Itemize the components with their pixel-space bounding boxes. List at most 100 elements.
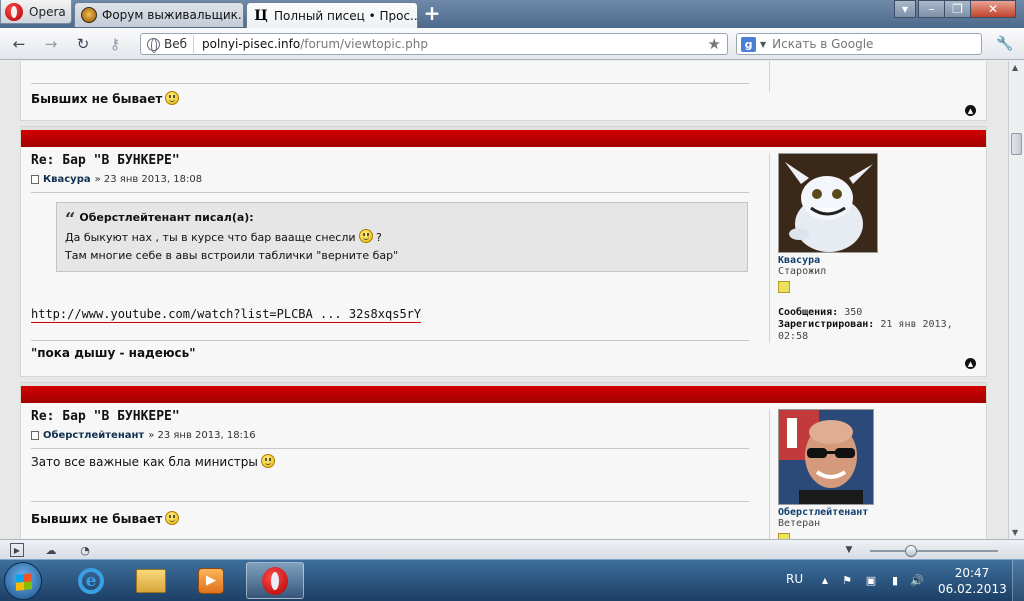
new-tab-button[interactable]: + bbox=[421, 3, 443, 24]
panel-toggle-icon[interactable]: ▶ bbox=[10, 543, 24, 557]
forward-arrow-icon[interactable]: → bbox=[40, 34, 62, 54]
search-box[interactable]: g ▼ bbox=[736, 33, 982, 55]
tab-bar: Opera Форум выживальщик... ✕ Ц Полный пи… bbox=[0, 0, 1024, 28]
quote-header: “Оберстлейтенант писал(а): bbox=[65, 209, 254, 230]
man-sunglasses-avatar-icon bbox=[779, 410, 873, 504]
language-indicator[interactable]: RU bbox=[786, 572, 803, 586]
key-icon[interactable]: ⚷ bbox=[104, 34, 126, 54]
post-header-bar bbox=[21, 127, 986, 147]
site-favicon-icon: Ц bbox=[254, 7, 268, 24]
quote-block: “Оберстлейтенант писал(а): Да быкуют нах… bbox=[56, 202, 748, 272]
smiley-icon bbox=[165, 511, 180, 525]
back-arrow-icon[interactable]: ← bbox=[8, 34, 30, 54]
page-viewport: Бывших не бывает ▲ Re: Бар "В БУНКЕРЕ" К… bbox=[0, 61, 1008, 539]
opera-icon bbox=[262, 566, 288, 595]
show-desktop-button[interactable] bbox=[1012, 560, 1024, 601]
opera-menu-button[interactable]: Opera bbox=[0, 0, 72, 24]
opera-logo-icon bbox=[5, 2, 23, 21]
profile-name[interactable]: Квасура bbox=[778, 255, 979, 266]
post-icon[interactable] bbox=[31, 175, 39, 184]
post-signature: Бывших не бывает bbox=[31, 511, 180, 526]
wrench-icon[interactable]: 🔧 bbox=[996, 36, 1016, 54]
start-button[interactable] bbox=[4, 562, 42, 600]
post-kvasura: Re: Бар "В БУНКЕРЕ" Квасура » 23 янв 201… bbox=[20, 126, 987, 377]
scrollbar-thumb[interactable] bbox=[1011, 133, 1022, 155]
post-text: Зато все важные как бла министры bbox=[31, 454, 275, 469]
post-signature: Бывших не бывает bbox=[31, 91, 180, 106]
maximize-button[interactable]: ❐ bbox=[944, 0, 971, 18]
quote-icon: “ bbox=[65, 209, 76, 230]
quote-line: Да быкуют нах , ты в курсе что бар вааще… bbox=[65, 229, 382, 244]
system-clock[interactable]: 20:47 06.02.2013 bbox=[938, 565, 1007, 597]
url-text[interactable]: polnyi-pisec.info/forum/viewtopic.php bbox=[202, 37, 428, 51]
taskbar-ie-button[interactable]: e bbox=[62, 562, 120, 599]
minimize-button[interactable]: – bbox=[918, 0, 945, 18]
action-center-flag-icon[interactable]: ⚑ bbox=[840, 573, 854, 587]
post-author[interactable]: Оберстлейтенант bbox=[43, 430, 144, 441]
internet-explorer-icon: e bbox=[78, 567, 104, 594]
reload-icon[interactable]: ↻ bbox=[72, 34, 94, 54]
back-to-top-icon[interactable]: ▲ bbox=[965, 105, 976, 116]
device-icon[interactable]: ▣ bbox=[864, 573, 878, 587]
back-to-top-icon[interactable]: ▲ bbox=[965, 358, 976, 369]
address-bar[interactable]: Веб polnyi-pisec.info/forum/viewtopic.ph… bbox=[140, 33, 728, 55]
navigation-bar: ← → ↻ ⚷ Веб polnyi-pisec.info/forum/view… bbox=[0, 28, 1024, 60]
quote-line: Там многие себе в авы встроили таблички … bbox=[65, 249, 399, 262]
post-meta: Оберстлейтенант » 23 янв 2013, 18:16 bbox=[31, 430, 256, 441]
post-divider bbox=[31, 448, 749, 449]
scroll-down-icon[interactable]: ▼ bbox=[1012, 528, 1018, 537]
tab-list-button[interactable]: ▾ bbox=[894, 0, 916, 18]
forum-favicon-icon bbox=[81, 7, 97, 23]
post-icon[interactable] bbox=[31, 431, 39, 440]
folder-icon bbox=[136, 568, 166, 593]
post-signature: "пока дышу - надеюсь" bbox=[31, 346, 196, 360]
windows-logo-icon bbox=[16, 573, 32, 591]
vertical-scrollbar[interactable]: ▲ ▼ bbox=[1008, 61, 1024, 539]
signature-divider bbox=[31, 501, 749, 502]
post-author[interactable]: Квасура bbox=[43, 174, 91, 185]
profile-stats: Сообщения: 350 Зарегистрирован: 21 янв 2… bbox=[778, 307, 953, 342]
smiley-icon bbox=[165, 91, 180, 105]
post-meta: Квасура » 23 янв 2013, 18:08 bbox=[31, 174, 202, 185]
zoom-slider-track[interactable] bbox=[870, 550, 998, 552]
youtube-link[interactable]: http://www.youtube.com/watch?list=PLCBA … bbox=[31, 307, 422, 323]
media-player-icon: ▶ bbox=[198, 567, 224, 594]
chevron-down-icon[interactable]: ▼ bbox=[760, 40, 766, 49]
post-divider bbox=[31, 192, 749, 193]
rank-badge-icon bbox=[778, 281, 790, 293]
post-title[interactable]: Re: Бар "В БУНКЕРЕ" bbox=[31, 153, 180, 168]
taskbar-opera-button[interactable] bbox=[246, 562, 304, 599]
network-signal-icon[interactable]: ▮ bbox=[888, 573, 902, 587]
scroll-up-icon[interactable]: ▲ bbox=[1012, 63, 1018, 72]
site-info-badge[interactable]: Веб bbox=[143, 35, 195, 53]
profile-rank: Старожил bbox=[778, 266, 827, 277]
signature-divider bbox=[31, 83, 749, 84]
post-date: » 23 янв 2013, 18:08 bbox=[94, 174, 203, 185]
profile-name[interactable]: Оберстлейтенант bbox=[778, 507, 979, 518]
google-icon[interactable]: g bbox=[741, 36, 756, 52]
signature-divider bbox=[31, 340, 749, 341]
search-input[interactable] bbox=[772, 37, 963, 51]
cloud-icon[interactable]: ☁ bbox=[44, 543, 58, 557]
view-dropdown-icon[interactable]: ▼ bbox=[842, 543, 856, 557]
zoom-slider-thumb[interactable] bbox=[905, 545, 917, 557]
taskbar-media-player-button[interactable]: ▶ bbox=[182, 562, 240, 599]
speed-dial-icon[interactable]: ◔ bbox=[78, 543, 92, 557]
profile-rank: Ветеран bbox=[778, 518, 821, 529]
globe-icon bbox=[147, 37, 160, 53]
taskbar-explorer-button[interactable] bbox=[122, 562, 180, 599]
bookmark-star-icon[interactable]: ★ bbox=[708, 35, 721, 53]
profile-column: Квасура Старожил Сообщения: 350 Зарегист… bbox=[769, 153, 979, 343]
smiley-icon bbox=[260, 454, 275, 468]
tray-expand-icon[interactable]: ▲ bbox=[818, 573, 832, 587]
post-oberstleutnant: Re: Бар "В БУНКЕРЕ" Оберстлейтенант » 23… bbox=[20, 382, 987, 539]
tab-forum[interactable]: Форум выживальщик... ✕ bbox=[74, 2, 244, 27]
close-window-button[interactable]: ✕ bbox=[970, 0, 1016, 18]
avatar[interactable] bbox=[778, 153, 878, 253]
tab-polnyi-pisec[interactable]: Ц Полный писец • Прос... ✕ bbox=[246, 2, 418, 28]
avatar[interactable] bbox=[778, 409, 874, 505]
post-previous: Бывших не бывает ▲ bbox=[20, 61, 987, 121]
creature-avatar-icon bbox=[779, 154, 877, 252]
volume-icon[interactable]: 🔊 bbox=[910, 573, 924, 587]
post-title[interactable]: Re: Бар "В БУНКЕРЕ" bbox=[31, 409, 180, 424]
